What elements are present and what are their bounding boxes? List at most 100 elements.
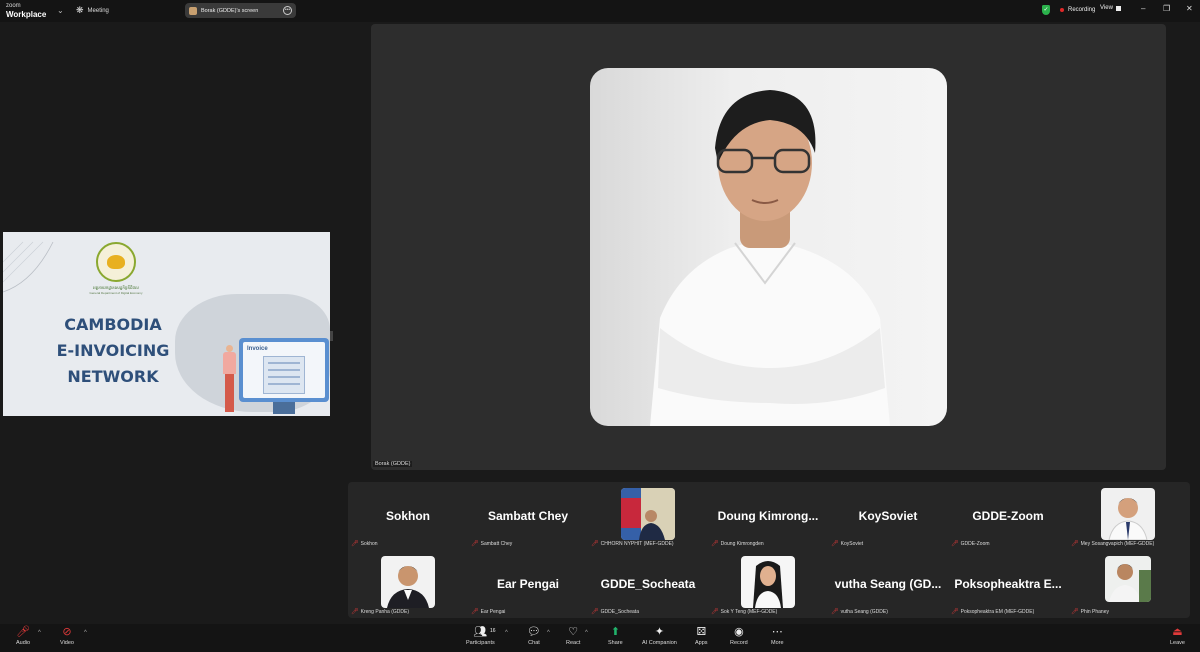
person-illustration-legs [225,374,234,412]
participant-display-name: Poksopheaktra E... [954,577,1062,591]
presenter-avatar [189,6,197,15]
participant-label: CHHORN NYPHIT (MEF-GDDE) [600,540,674,547]
mic-muted-icon: 🎤︎ [831,541,839,547]
slide-decoration [3,241,54,293]
view-button[interactable]: View [1100,5,1121,11]
mic-muted-icon: 🎤︎ [711,541,719,547]
view-label: View [1100,5,1113,11]
gallery-strip: Sokhon 🎤︎ Sokhon Sambatt Chey 🎤︎ Sambatt C… [348,482,1190,618]
participant-tile[interactable]: 🎤︎ Mey Sosangvapich (MEF-GDDE) [1068,482,1188,548]
slide-title: CAMBODIA E-INVOICING NETWORK [43,312,183,390]
view-layout-icon [1115,5,1121,11]
participants-count: 16 [490,628,496,634]
participant-display-name: GDDE-Zoom [972,509,1044,523]
participant-tile[interactable]: 🎤︎ Kreng Panha (GDDE) [348,550,468,616]
minimize-icon[interactable]: – [1141,4,1145,13]
audio-options-chevron-icon[interactable]: ^ [38,630,41,636]
participant-label: Poksopheaktra EM (MEF-GDDE) [960,608,1035,615]
zoom-workplace-logo[interactable]: zoom Workplace [6,2,46,19]
monitor-illustration: Invoice [239,338,329,402]
mic-muted-icon: 🎤︎ [1071,609,1079,615]
speaker-name-label: Borak (GDDE) [373,461,413,467]
apps-icon: ⚄ [696,626,707,638]
participant-label: KoySoviet [840,540,864,547]
participant-tile[interactable]: Sambatt Chey 🎤︎ Sambatt Chey [468,482,588,548]
mic-muted-icon: 🎤︎ [351,541,359,547]
resize-handle[interactable] [330,331,333,341]
mic-muted-icon: 🎤︎ [471,541,479,547]
video-button[interactable]: ⊘ Video [60,626,74,646]
mic-muted-icon: 🎤︎ [951,609,959,615]
restore-icon[interactable]: ❐ [1163,4,1170,13]
video-label: Video [60,640,74,646]
participant-label: Sok Y Teng (MEF-GDDE) [720,608,778,615]
chat-button[interactable]: 💬︎ Chat [527,626,541,646]
participant-tile[interactable]: GDDE_Socheata 🎤︎ GDDE_Socheata [588,550,708,616]
video-options-chevron-icon[interactable]: ^ [84,630,87,636]
shared-screen-pill[interactable]: Borak (GDDE)'s screen ••• [185,3,296,18]
participant-tile[interactable]: 🎤︎ CHHORN NYPHIT (MEF-GDDE) [588,482,708,548]
person-illustration-head [226,345,233,352]
shield-icon: ✓ [1042,5,1050,15]
participant-label: GDDE_Socheata [600,608,639,615]
close-icon[interactable]: ✕ [1186,4,1193,13]
audio-label: Audio [16,640,31,646]
apps-button[interactable]: ⚄ Apps [695,626,708,646]
participant-photo [741,556,795,608]
participants-label: Participants [466,640,495,646]
react-label: React [566,640,581,646]
react-button[interactable]: ♡ React [566,626,580,646]
participant-tile[interactable]: KoySoviet 🎤︎ KoySoviet [828,482,948,548]
record-button[interactable]: ◉ Record [730,626,748,646]
leave-button[interactable]: ⏏ Leave [1170,626,1185,646]
invoice-document-icon [263,356,305,394]
participant-tile[interactable]: 🎤︎ Phin Phaney [1068,550,1188,616]
brand-top: zoom [6,3,21,9]
participant-label: Kreng Panha (GDDE) [360,608,409,615]
participant-label: Mey Sosangvapich (MEF-GDDE) [1080,540,1155,547]
meeting-label: Meeting [87,7,109,14]
record-icon: ◉ [734,626,744,638]
gdde-logo: អគ្គនាយកដ្ឋានសេដ្ឋកិច្ចឌីជីថល General De… [89,242,143,295]
bird-icon [107,255,125,269]
audio-button[interactable]: 🎤︎ Audio [16,626,30,646]
participants-chevron-icon[interactable]: ^ [505,630,508,636]
participant-label: Phin Phaney [1080,608,1109,615]
react-chevron-icon[interactable]: ^ [585,630,588,636]
speaker-photo [590,68,947,426]
video-off-icon: ⊘ [62,626,72,638]
leave-label: Leave [1170,640,1185,646]
participant-tile[interactable]: Sokhon 🎤︎ Sokhon [348,482,468,548]
participant-display-name: GDDE_Socheata [600,577,696,591]
participant-tile[interactable]: vutha Seang (GD... 🎤︎ vutha Seang (GDDE) [828,550,948,616]
shared-screen[interactable]: អគ្គនាយកដ្ឋានសេដ្ឋកិច្ចឌីជីថល General De… [3,232,330,416]
participant-display-name: KoySoviet [858,509,918,523]
invoice-label: Invoice [247,346,268,352]
recording-dot-icon [1060,8,1064,12]
brand-bottom: Workplace [6,10,47,19]
meeting-menu[interactable]: ❋ Meeting [76,5,109,16]
participant-tile[interactable]: Poksopheaktra E... 🎤︎ Poksopheaktra EM (M… [948,550,1068,616]
recording-label: Recording [1068,7,1096,13]
mic-muted-icon: 🎤︎ [16,626,31,638]
chat-chevron-icon[interactable]: ^ [547,630,550,636]
participants-icon: 👥︎ [473,626,488,638]
options-icon[interactable]: ••• [283,6,292,15]
chevron-down-icon[interactable]: ⌄ [57,6,64,15]
more-button[interactable]: ⋯ More [771,626,784,646]
participant-tile[interactable]: GDDE-Zoom 🎤︎ GDDE-Zoom [948,482,1068,548]
ai-companion-icon: ✦ [654,626,665,638]
participant-label: Sokhon [360,540,378,547]
participant-photo [1101,488,1155,540]
share-button[interactable]: ⬆ Share [608,626,623,646]
recording-indicator[interactable]: ✓ Recording [1042,5,1095,15]
participant-display-name: Ear Pengai [496,577,560,591]
participant-tile[interactable]: 🎤︎ Sok Y Teng (MEF-GDDE) [708,550,828,616]
ai-companion-label: AI Companion [642,640,677,646]
participant-tile[interactable]: Ear Pengai 🎤︎ Ear Pengai [468,550,588,616]
participant-tile[interactable]: Doung Kimrong... 🎤︎ Doung Kimrongden [708,482,828,548]
person-illustration-body [223,352,236,374]
ai-companion-button[interactable]: ✦ AI Companion [642,626,677,646]
mic-muted-icon: 🎤︎ [951,541,959,547]
slide-title-line1: CAMBODIA [64,315,162,334]
